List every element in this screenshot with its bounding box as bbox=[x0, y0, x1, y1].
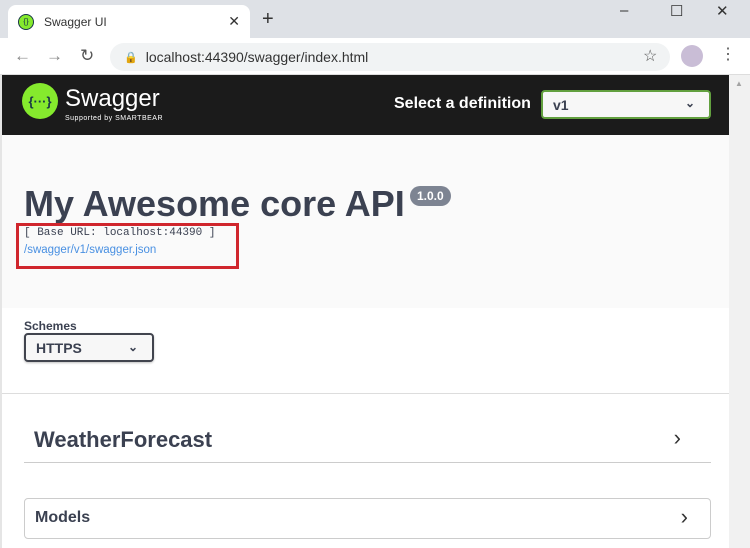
new-tab-icon[interactable]: + bbox=[262, 8, 274, 31]
brand-tagline: Supported by SMARTBEAR bbox=[65, 115, 164, 122]
definition-value: v1 bbox=[553, 97, 569, 113]
version-badge: 1.0.0 bbox=[410, 186, 451, 206]
maximize-icon[interactable]: ☐ bbox=[670, 2, 683, 20]
models-section[interactable]: Models › bbox=[24, 498, 711, 539]
url-text: localhost:44390/swagger/index.html bbox=[145, 49, 369, 65]
page-content: {···} Swagger Supported by SMARTBEAR Sel… bbox=[0, 75, 729, 548]
tab-strip: {} Swagger UI ✕ + – ☐ ✕ bbox=[0, 0, 750, 38]
scroll-up-icon[interactable]: ▲ bbox=[735, 79, 743, 88]
api-info: My Awesome core API bbox=[2, 135, 729, 308]
swagger-logo-icon: {···} bbox=[22, 83, 58, 119]
scrollbar[interactable]: ▲ bbox=[729, 75, 750, 548]
schemes-value: HTTPS bbox=[36, 340, 82, 356]
chevron-right-icon: › bbox=[680, 504, 688, 529]
tag-title: WeatherForecast bbox=[34, 427, 213, 452]
bookmark-star-icon[interactable]: ☆ bbox=[643, 46, 657, 66]
browser-tab[interactable]: {} Swagger UI ✕ bbox=[8, 5, 250, 38]
schemes-select[interactable]: HTTPS ⌄ bbox=[24, 333, 154, 362]
swagger-favicon-icon: {} bbox=[18, 13, 34, 30]
chevron-right-icon: › bbox=[673, 425, 681, 450]
more-menu-icon[interactable]: ⋮ bbox=[720, 44, 736, 64]
swagger-topbar: {···} Swagger Supported by SMARTBEAR Sel… bbox=[2, 75, 729, 135]
brand-name: Swagger bbox=[65, 85, 160, 112]
lock-icon: 🔒 bbox=[124, 51, 138, 64]
back-icon[interactable]: ← bbox=[14, 46, 31, 66]
divider bbox=[2, 393, 729, 394]
reload-icon[interactable]: ↻ bbox=[80, 46, 94, 66]
definition-select[interactable]: v1 ⌄ bbox=[541, 90, 711, 119]
close-window-icon[interactable]: ✕ bbox=[716, 2, 729, 20]
forward-icon[interactable]: → bbox=[46, 46, 63, 66]
models-title: Models bbox=[35, 509, 91, 526]
tab-title: Swagger UI bbox=[44, 14, 107, 29]
chevron-down-icon: ⌄ bbox=[684, 96, 695, 110]
page-title: My Awesome core API bbox=[24, 183, 405, 224]
tag-weatherforecast[interactable]: WeatherForecast › bbox=[24, 417, 711, 463]
close-tab-icon[interactable]: ✕ bbox=[228, 13, 240, 30]
swagger-json-link[interactable]: /swagger/v1/swagger.json bbox=[24, 244, 156, 256]
minimize-icon[interactable]: – bbox=[620, 2, 628, 19]
address-bar-row: ← → ↻ 🔒 localhost:44390/swagger/index.ht… bbox=[0, 38, 750, 75]
schemes-label: Schemes bbox=[24, 319, 77, 333]
url-input[interactable]: 🔒 localhost:44390/swagger/index.html bbox=[110, 43, 670, 71]
base-url: [ Base URL: localhost:44390 ] bbox=[24, 227, 216, 239]
definition-label: Select a definition bbox=[394, 95, 531, 112]
chevron-down-icon: ⌄ bbox=[127, 340, 138, 354]
profile-avatar[interactable] bbox=[681, 45, 703, 67]
